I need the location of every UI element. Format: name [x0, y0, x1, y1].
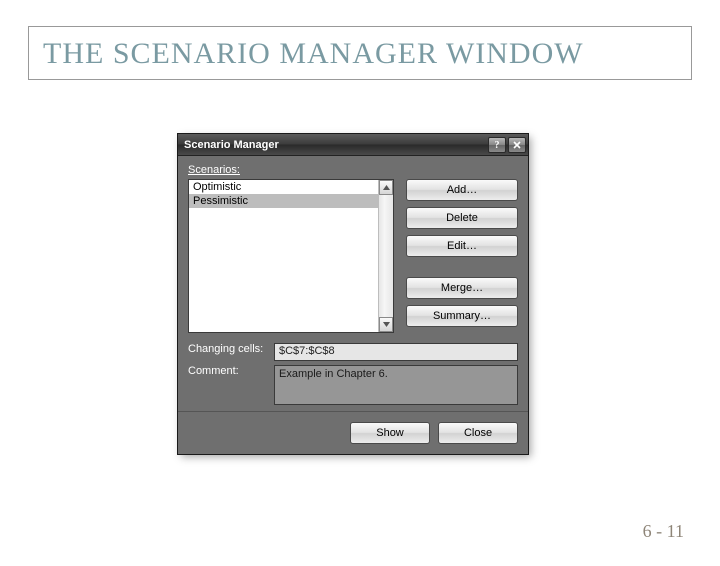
summary-button[interactable]: Summary… — [406, 305, 518, 327]
add-button[interactable]: Add… — [406, 179, 518, 201]
merge-button[interactable]: Merge… — [406, 277, 518, 299]
slide-title: THE SCENARIO MANAGER WINDOW — [43, 37, 677, 71]
scenario-manager-dialog: Scenario Manager ? Scenarios: Optimistic… — [178, 134, 528, 454]
dialog-footer: Show Close — [178, 411, 528, 454]
slide-title-container: THE SCENARIO MANAGER WINDOW — [28, 26, 692, 80]
list-item[interactable]: Optimistic — [189, 180, 378, 194]
edit-button[interactable]: Edit… — [406, 235, 518, 257]
svg-text:?: ? — [495, 140, 500, 150]
dialog-content-row: Optimistic Pessimistic Add… Delet — [188, 179, 518, 333]
dialog-body: Scenarios: Optimistic Pessimistic — [178, 156, 528, 411]
show-button[interactable]: Show — [350, 422, 430, 444]
close-window-button[interactable] — [508, 137, 526, 153]
spacer — [406, 263, 518, 271]
listbox-wrap: Optimistic Pessimistic — [188, 179, 394, 333]
scenarios-label: Scenarios: — [188, 164, 518, 176]
close-button[interactable]: Close — [438, 422, 518, 444]
comment-value: Example in Chapter 6. — [274, 365, 518, 405]
vertical-scrollbar[interactable] — [378, 180, 394, 332]
scroll-up-button[interactable] — [379, 180, 393, 195]
comment-label: Comment: — [188, 365, 274, 377]
list-item[interactable]: Pessimistic — [189, 194, 378, 208]
changing-cells-label: Changing cells: — [188, 343, 274, 355]
listbox-items: Optimistic Pessimistic — [189, 180, 378, 332]
dialog-title: Scenario Manager — [184, 139, 486, 151]
scroll-down-button[interactable] — [379, 317, 393, 332]
dialog-button-column: Add… Delete Edit… Merge… Summary… — [406, 179, 518, 333]
dialog-titlebar[interactable]: Scenario Manager ? — [178, 134, 528, 156]
scenarios-listbox[interactable]: Optimistic Pessimistic — [188, 179, 394, 333]
delete-button[interactable]: Delete — [406, 207, 518, 229]
field-grid: Changing cells: $C$7:$C$8 Comment: Examp… — [188, 343, 518, 405]
page-number: 6 - 11 — [643, 521, 684, 542]
changing-cells-value: $C$7:$C$8 — [274, 343, 518, 361]
help-button[interactable]: ? — [488, 137, 506, 153]
